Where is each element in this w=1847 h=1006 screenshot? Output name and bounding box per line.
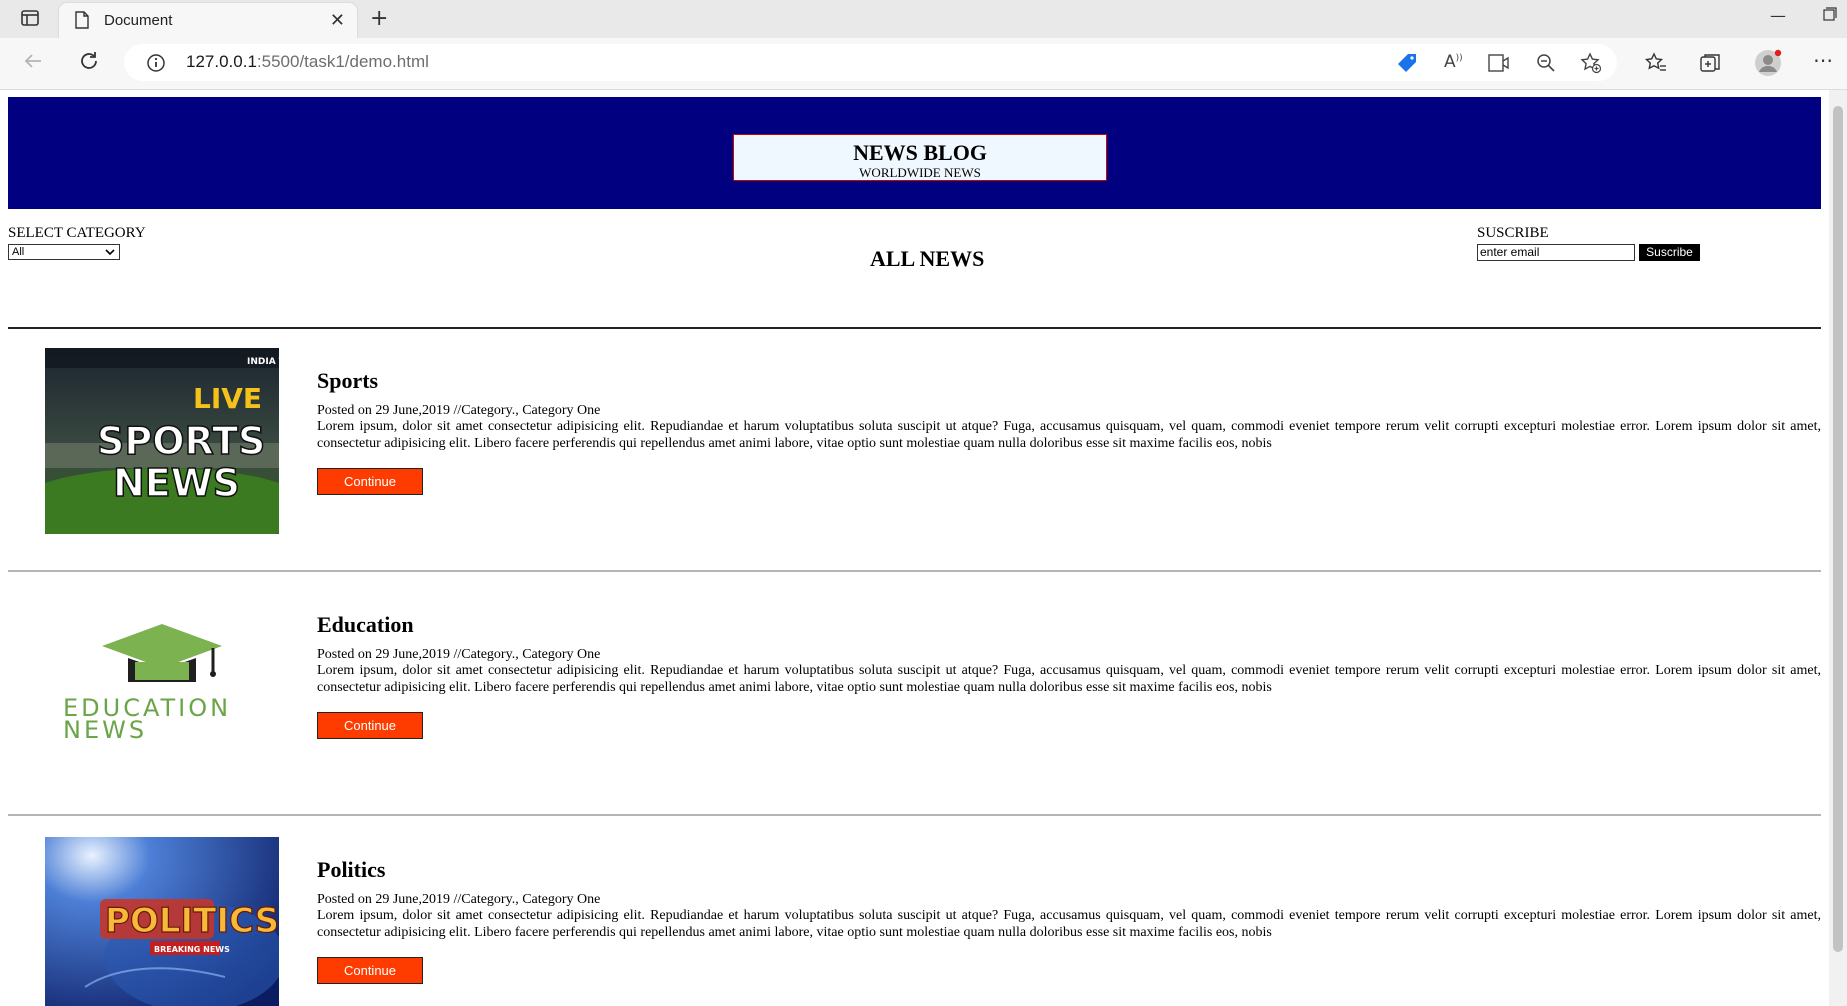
politics-image-title: POLITICS [105, 901, 279, 941]
url-text: 127.0.0.1:5500/task1/demo.html [186, 52, 429, 72]
browser-tab-bar: Document ✕ + — [0, 0, 1847, 38]
url-path: :5500/task1/demo.html [256, 52, 429, 71]
article-meta: Posted on 29 June,2019 //Category., Cate… [317, 403, 601, 418]
new-tab-icon[interactable]: + [370, 6, 388, 31]
article-meta: Posted on 29 June,2019 //Category., Cate… [317, 647, 601, 662]
site-header: NEWS BLOG WORLDWIDE NEWS [8, 97, 1821, 209]
refresh-icon[interactable] [78, 50, 100, 76]
article-body: Lorem ipsum, dolor sit amet consectetur … [317, 419, 1821, 451]
continue-reading-button[interactable]: Continue Reading [317, 468, 423, 514]
page-icon [74, 11, 90, 33]
scrollbar-thumb[interactable] [1833, 106, 1843, 952]
article-meta: Posted on 29 June,2019 //Category., Cate… [317, 892, 601, 907]
tab-title: Document [104, 12, 173, 29]
sports-image-news: NEWS [113, 461, 240, 505]
subscribe-label: SUSCRIBE [1477, 225, 1549, 241]
category-selected-value: All [12, 246, 25, 258]
restore-icon[interactable] [1823, 6, 1837, 25]
minimize-icon[interactable]: — [1770, 6, 1786, 25]
favorites-icon[interactable] [1644, 52, 1667, 78]
more-menu-icon[interactable]: ⋯ [1813, 48, 1833, 72]
continue-reading-button[interactable]: Continue Reading [317, 712, 423, 758]
divider [8, 327, 1821, 329]
page-viewport: NEWS BLOG WORLDWIDE NEWS SELECT CATEGORY… [0, 90, 1829, 1006]
site-subtitle: WORLDWIDE NEWS [859, 165, 981, 180]
continue-reading-button[interactable]: Continue Reading [317, 957, 423, 1003]
site-title: NEWS BLOG [853, 140, 987, 165]
immersive-reader-icon[interactable] [1488, 53, 1510, 77]
profile-avatar-icon[interactable] [1754, 49, 1782, 81]
category-label: SELECT CATEGORY [8, 225, 146, 241]
divider [8, 570, 1821, 572]
back-icon[interactable] [22, 50, 44, 76]
read-aloud-icon[interactable]: A)) [1444, 52, 1463, 72]
article-body: Lorem ipsum, dolor sit amet consectetur … [317, 908, 1821, 940]
section-title: ALL NEWS [870, 246, 985, 271]
education-image-news: NEWS [63, 716, 147, 744]
page-scrollbar[interactable] [1829, 90, 1847, 1006]
collections-icon[interactable] [1699, 52, 1721, 78]
browser-tab[interactable]: Document ✕ [59, 3, 357, 38]
tag-icon[interactable] [1396, 52, 1418, 78]
article-title: Education [317, 612, 414, 637]
zoom-out-icon[interactable] [1536, 53, 1556, 77]
sports-image-live: LIVE [193, 382, 262, 415]
article-education: EDUCATION NEWS Education Posted on 29 Ju… [8, 584, 1821, 778]
politics-news-image: POLITICS BREAKING NEWS [45, 837, 285, 1006]
email-field[interactable]: enter email [1477, 244, 1635, 261]
address-bar[interactable]: 127.0.0.1:5500/task1/demo.html A)) [124, 44, 1617, 81]
politics-image-breaking: BREAKING NEWS [154, 945, 230, 954]
article-title: Sports [317, 368, 379, 393]
article-body: Lorem ipsum, dolor sit amet consectetur … [317, 663, 1821, 695]
url-host: 127.0.0.1 [186, 52, 257, 71]
close-tab-icon[interactable]: ✕ [330, 10, 345, 31]
sidebar-toggle-icon[interactable] [20, 8, 40, 32]
article-politics: POLITICS BREAKING NEWS Politics Posted o… [8, 829, 1821, 1006]
article-sports: INDIA TV LIVE SPORTS NEWS Sports Posted … [8, 340, 1821, 548]
category-select[interactable]: All [8, 244, 120, 260]
brand-box: NEWS BLOG WORLDWIDE NEWS [733, 134, 1107, 181]
divider [8, 814, 1821, 816]
site-info-icon[interactable] [146, 53, 166, 77]
article-title: Politics [317, 857, 386, 882]
subscribe-button[interactable]: Suscribe [1639, 244, 1700, 261]
sports-image-sports: SPORTS [97, 419, 265, 463]
sports-news-image: INDIA TV LIVE SPORTS NEWS [12, 348, 312, 548]
chevron-down-icon [105, 246, 115, 260]
add-favorite-icon[interactable] [1580, 52, 1602, 78]
browser-toolbar: 127.0.0.1:5500/task1/demo.html A)) ⋯ [0, 38, 1847, 90]
sports-logo-text: INDIA TV [247, 357, 279, 367]
education-news-image: EDUCATION NEWS [45, 592, 279, 778]
